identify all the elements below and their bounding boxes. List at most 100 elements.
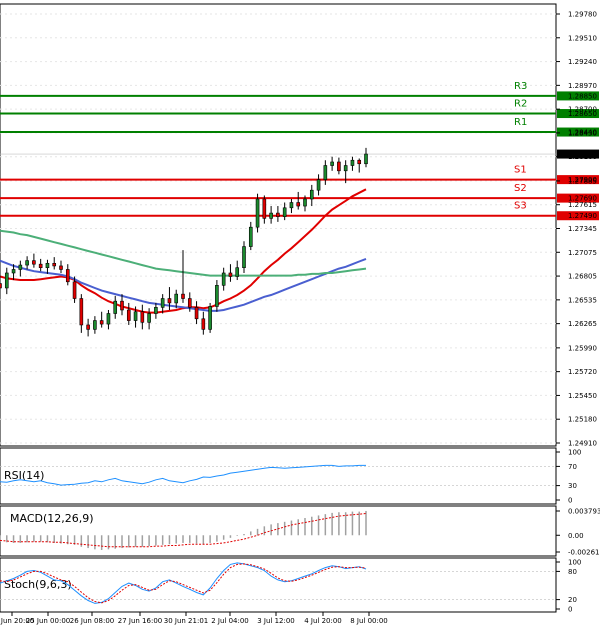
level-price-label: 1.27490 — [568, 212, 597, 220]
price-tick-label: 1.28700 — [568, 106, 597, 114]
candle-body — [248, 226, 253, 247]
price-tick-label: 1.29510 — [568, 34, 597, 42]
candle-body — [65, 269, 70, 283]
candle-body — [337, 161, 341, 172]
level-name-s2: S2 — [514, 183, 527, 194]
time-tick-label: 26 Jun 08:00 — [70, 617, 114, 625]
chart-root: R31.28850R21.28650R11.28440S11.27900S21.… — [0, 3, 600, 625]
time-tick-label: 2 Jul 04:00 — [211, 617, 249, 625]
price-axis: 1.29780 1.29510 1.29240 1.28970 1.28700 1.284… — [556, 11, 597, 448]
price-panel: R31.28850R21.28650R11.28440S11.27900S21.… — [0, 3, 599, 448]
candle-body — [147, 313, 151, 323]
price-tick-label: 1.27615 — [568, 201, 597, 209]
time-tick-label: 4 Jul 20:00 — [304, 617, 342, 625]
candle-body — [208, 306, 212, 330]
price-tick-label: 1.24910 — [568, 440, 597, 448]
candle-body — [174, 293, 179, 304]
candle-body — [215, 285, 219, 307]
candle-body — [0, 283, 2, 289]
candle-body — [113, 300, 118, 314]
candle-body — [309, 189, 314, 200]
candle-body — [282, 207, 287, 217]
indicator-tick-label: 0.003793 — [568, 508, 600, 516]
candle-body — [316, 179, 321, 191]
candle-body — [350, 159, 355, 166]
rsi-panel-frame — [0, 447, 557, 505]
price-tick-label: 1.26265 — [568, 320, 597, 328]
candle-body — [18, 264, 23, 270]
candle-body — [86, 324, 90, 330]
time-tick-label: 8 Jul 00:00 — [350, 617, 388, 625]
price-tick-label: 1.28430 — [568, 129, 597, 137]
stochastic-panel: Stoch(9,6,3) 10080200 — [0, 557, 581, 614]
candle-body — [93, 320, 97, 330]
price-tick-label: 1.25720 — [568, 368, 597, 376]
indicator-tick-label: 100 — [568, 559, 581, 567]
price-tick-label: 1.27885 — [568, 177, 597, 185]
candle-body — [269, 212, 273, 219]
candle-body — [4, 272, 9, 289]
candle-body — [72, 281, 77, 299]
indicator-tick-label: -0.002616 — [568, 549, 600, 557]
price-tick-label: 1.25990 — [568, 344, 597, 352]
price-tick-label: 1.26535 — [568, 296, 597, 304]
candle-body — [45, 262, 50, 269]
candle-body — [296, 202, 301, 207]
price-panel-frame — [0, 3, 557, 447]
candle-body — [106, 313, 111, 325]
candle-body — [120, 300, 124, 311]
macd-title: MACD(12,26,9) — [10, 512, 94, 525]
indicator-tick-label: 100 — [568, 449, 581, 457]
candle-body — [303, 198, 307, 207]
candle-body — [242, 246, 246, 269]
candle-body — [330, 161, 334, 166]
time-tick-label: 25 Jun 00:00 — [26, 617, 70, 625]
indicator-tick-label: 0 — [568, 606, 572, 614]
price-tick-label: 1.27075 — [568, 249, 597, 257]
level-name-s3: S3 — [514, 201, 527, 212]
candle-body — [364, 153, 368, 165]
candle-body — [343, 165, 348, 172]
candle-body — [126, 309, 131, 321]
candle-body — [133, 311, 138, 321]
candle-body — [323, 165, 328, 180]
candle-body — [255, 198, 260, 228]
candle-body — [187, 298, 192, 308]
candle-body — [276, 212, 280, 217]
candle-body — [52, 262, 57, 267]
candle-body — [181, 293, 185, 299]
candle-body — [38, 263, 43, 269]
candle-body — [228, 272, 233, 277]
price-tick-label: 1.29780 — [568, 11, 597, 19]
level-name-r1: R1 — [514, 117, 527, 128]
indicator-tick-label: 30 — [568, 482, 577, 490]
candle-body — [11, 269, 16, 274]
candle-body — [99, 320, 104, 325]
macd-panel: MACD(12,26,9) 0.003793 0.00 -0.002616 — [0, 505, 600, 557]
indicator-tick-label: 0 — [568, 497, 572, 505]
candle-body — [79, 298, 84, 326]
candle-body — [167, 298, 172, 304]
level-name-s1: S1 — [514, 165, 527, 176]
indicator-tick-label: 70 — [568, 463, 577, 471]
candle-body — [140, 311, 145, 323]
price-tick-label: 1.29240 — [568, 58, 597, 66]
candle-body — [357, 159, 362, 165]
time-axis: 24 Jun 20:0025 Jun 00:0026 Jun 08:0027 J… — [0, 612, 388, 625]
candle-body — [154, 307, 158, 314]
stochastic-panel-frame — [0, 557, 557, 613]
candle-body — [25, 260, 29, 266]
time-tick-label: 30 Jun 21:01 — [164, 617, 208, 625]
candle-body — [221, 272, 226, 286]
time-tick-label: 27 Jun 16:00 — [118, 617, 162, 625]
price-tick-label: 1.27345 — [568, 225, 597, 233]
price-tick-label: 1.28970 — [568, 82, 597, 90]
indicator-tick-label: 0.00 — [568, 532, 584, 540]
level-name-r3: R3 — [514, 81, 527, 92]
candle-body — [194, 307, 199, 320]
candle-body — [59, 265, 63, 270]
candle-body — [201, 318, 206, 330]
candle-body — [32, 260, 36, 265]
rsi-panel: RSI(14) 10070300 — [0, 447, 581, 505]
price-tick-label: 1.26805 — [568, 273, 597, 281]
